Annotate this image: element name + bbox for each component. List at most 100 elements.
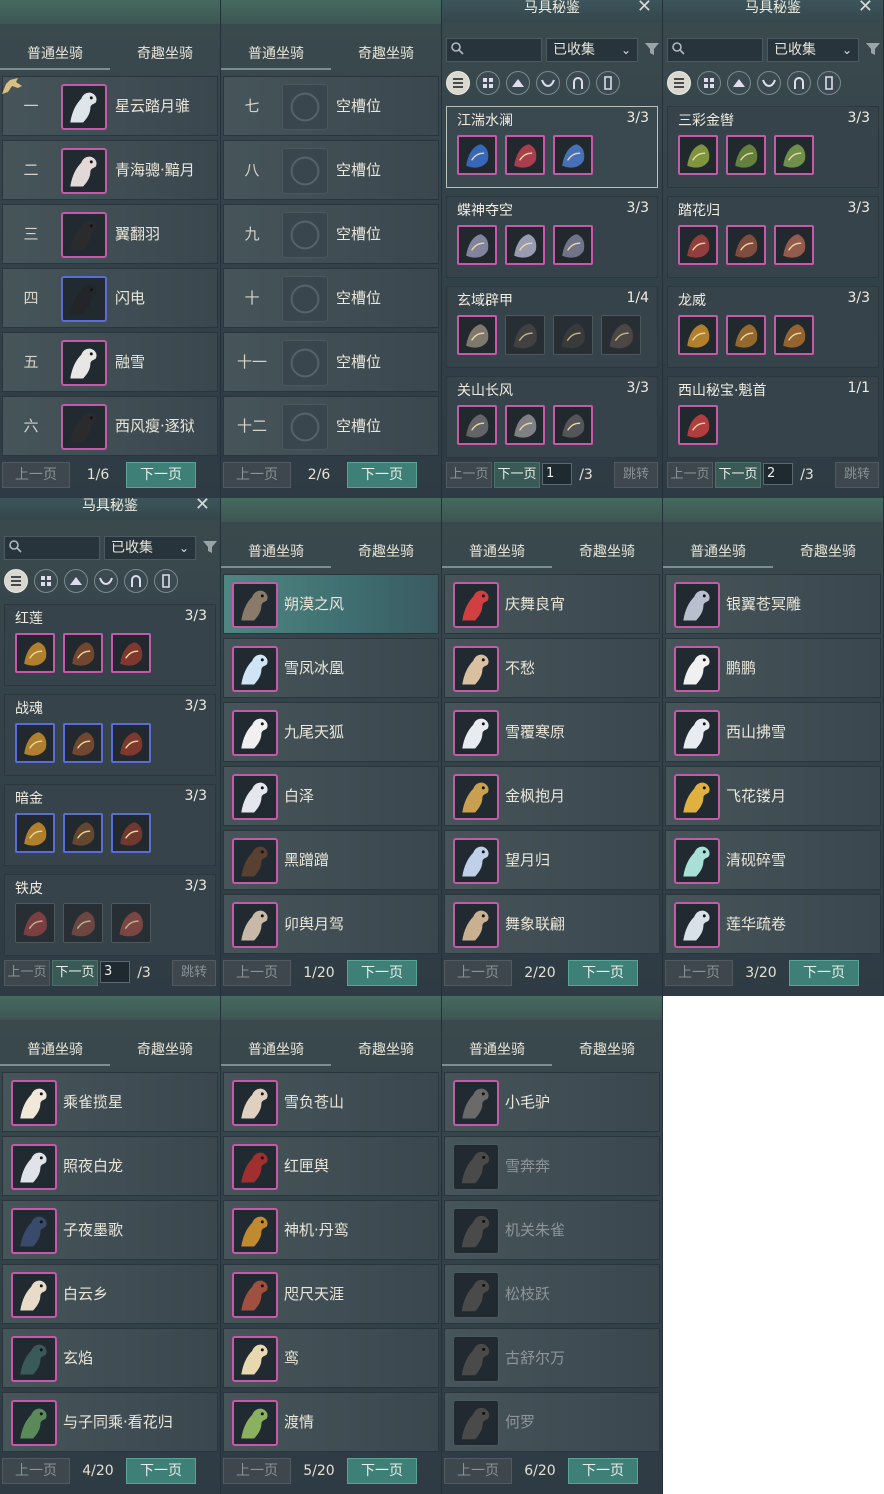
- list-view-icon[interactable]: [4, 569, 28, 593]
- next-page-button[interactable]: 下一页: [494, 462, 540, 488]
- tab-special-mounts[interactable]: 奇趣坐骑: [331, 40, 441, 70]
- jump-button[interactable]: 跳转: [172, 960, 216, 986]
- tack-set-card[interactable]: 战魂 3/3: [4, 694, 216, 776]
- search-input[interactable]: [667, 38, 763, 62]
- collection-filter-select[interactable]: 已收集 ⌄: [767, 38, 859, 62]
- next-page-button[interactable]: 下一页: [347, 1458, 417, 1484]
- special-mount-row[interactable]: 清砚碎雪: [665, 830, 881, 890]
- special-mount-row[interactable]: 飞花镂月: [665, 766, 881, 826]
- tab-special-mounts[interactable]: 奇趣坐骑: [552, 1036, 662, 1066]
- mount-slot-row[interactable]: 二 青海骢·黯月: [2, 140, 218, 200]
- next-page-button[interactable]: 下一页: [126, 462, 196, 488]
- special-mount-row[interactable]: 乘雀揽星: [2, 1072, 218, 1132]
- armor-icon[interactable]: [596, 71, 620, 95]
- special-mount-row[interactable]: 雪凤冰凰: [223, 638, 439, 698]
- grid-view-icon[interactable]: [697, 71, 721, 95]
- filter-funnel-icon[interactable]: [202, 539, 218, 555]
- armor-icon[interactable]: [817, 71, 841, 95]
- tab-special-mounts[interactable]: 奇趣坐骑: [110, 40, 220, 70]
- tack-piece[interactable]: [601, 315, 641, 355]
- tab-special-mounts[interactable]: 奇趣坐骑: [552, 538, 662, 568]
- next-page-button[interactable]: 下一页: [568, 960, 638, 986]
- special-mount-row[interactable]: 古舒尔万: [444, 1328, 660, 1388]
- special-mount-row[interactable]: 咫尺天涯: [223, 1264, 439, 1324]
- prev-page-button[interactable]: 上一页: [223, 1458, 291, 1484]
- jump-button[interactable]: 跳转: [835, 462, 879, 488]
- special-mount-row[interactable]: 雪覆寒原: [444, 702, 660, 762]
- tack-set-card[interactable]: 玄域辟甲 1/4: [446, 286, 658, 368]
- list-view-icon[interactable]: [667, 71, 691, 95]
- prev-page-button[interactable]: 上一页: [444, 1458, 512, 1484]
- special-mount-row[interactable]: 银翼苍冥雕: [665, 574, 881, 634]
- special-mount-row[interactable]: 舞象联翩: [444, 894, 660, 954]
- tab-normal-mounts[interactable]: 普通坐骑: [221, 40, 331, 70]
- saddle-icon[interactable]: [64, 569, 88, 593]
- special-mount-row[interactable]: 朔漠之风: [223, 574, 439, 634]
- special-mount-row[interactable]: 黑蹭蹭: [223, 830, 439, 890]
- tack-piece[interactable]: [63, 813, 103, 853]
- tack-set-card[interactable]: 三彩金辔 3/3: [667, 106, 879, 188]
- tack-piece[interactable]: [63, 903, 103, 943]
- next-page-button[interactable]: 下一页: [715, 462, 761, 488]
- tack-set-card[interactable]: 铁皮 3/3: [4, 874, 216, 956]
- next-page-button[interactable]: 下一页: [347, 960, 417, 986]
- tack-piece[interactable]: [553, 315, 593, 355]
- tack-piece[interactable]: [678, 135, 718, 175]
- tack-piece[interactable]: [505, 135, 545, 175]
- bridle-icon[interactable]: [536, 71, 560, 95]
- special-mount-row[interactable]: 庆舞良宵: [444, 574, 660, 634]
- page-number-input[interactable]: 1: [542, 463, 572, 485]
- prev-page-button[interactable]: 上一页: [444, 960, 512, 986]
- special-mount-row[interactable]: 望月归: [444, 830, 660, 890]
- bridle-icon[interactable]: [94, 569, 118, 593]
- tack-set-card[interactable]: 关山长风 3/3: [446, 376, 658, 458]
- mount-slot-row[interactable]: 八 空槽位: [223, 140, 439, 200]
- horseshoe-icon[interactable]: [124, 569, 148, 593]
- prev-page-button[interactable]: 上一页: [4, 960, 50, 986]
- special-mount-row[interactable]: 不愁: [444, 638, 660, 698]
- saddle-icon[interactable]: [727, 71, 751, 95]
- special-mount-row[interactable]: 红匣舆: [223, 1136, 439, 1196]
- search-input[interactable]: [4, 536, 100, 560]
- special-mount-row[interactable]: 白泽: [223, 766, 439, 826]
- mount-slot-row[interactable]: 十一 空槽位: [223, 332, 439, 392]
- mount-slot-row[interactable]: 一星云踏月骓: [2, 76, 218, 136]
- tack-piece[interactable]: [726, 135, 766, 175]
- tack-piece[interactable]: [553, 225, 593, 265]
- prev-page-button[interactable]: 上一页: [667, 462, 713, 488]
- list-view-icon[interactable]: [446, 71, 470, 95]
- mount-slot-row[interactable]: 六 西风瘦·逐狱: [2, 396, 218, 456]
- prev-page-button[interactable]: 上一页: [223, 462, 291, 488]
- tack-piece[interactable]: [678, 315, 718, 355]
- mount-slot-row[interactable]: 三 翼翻羽: [2, 204, 218, 264]
- prev-page-button[interactable]: 上一页: [2, 1458, 70, 1484]
- tack-piece[interactable]: [553, 405, 593, 445]
- tack-piece[interactable]: [678, 405, 718, 445]
- tack-set-card[interactable]: 西山秘宝·魁首 1/1: [667, 376, 879, 458]
- prev-page-button[interactable]: 上一页: [665, 960, 733, 986]
- tab-normal-mounts[interactable]: 普通坐骑: [221, 538, 331, 568]
- special-mount-row[interactable]: 照夜白龙: [2, 1136, 218, 1196]
- special-mount-row[interactable]: 雪负苍山: [223, 1072, 439, 1132]
- tab-normal-mounts[interactable]: 普通坐骑: [0, 1036, 110, 1066]
- tab-special-mounts[interactable]: 奇趣坐骑: [331, 538, 441, 568]
- tack-set-card[interactable]: 蝶神夺空 3/3: [446, 196, 658, 278]
- prev-page-button[interactable]: 上一页: [223, 960, 291, 986]
- special-mount-row[interactable]: 九尾天狐: [223, 702, 439, 762]
- special-mount-row[interactable]: 西山拂雪: [665, 702, 881, 762]
- mount-slot-row[interactable]: 七 空槽位: [223, 76, 439, 136]
- tack-piece[interactable]: [774, 135, 814, 175]
- tack-piece[interactable]: [726, 225, 766, 265]
- filter-funnel-icon[interactable]: [865, 41, 881, 57]
- tack-piece[interactable]: [457, 225, 497, 265]
- mount-slot-row[interactable]: 四 闪电: [2, 268, 218, 328]
- special-mount-row[interactable]: 松枝跃: [444, 1264, 660, 1324]
- tack-piece[interactable]: [63, 633, 103, 673]
- tab-normal-mounts[interactable]: 普通坐骑: [442, 1036, 552, 1066]
- tab-normal-mounts[interactable]: 普通坐骑: [663, 538, 773, 568]
- special-mount-row[interactable]: 神机·丹鸾: [223, 1200, 439, 1260]
- tack-set-card[interactable]: 红莲 3/3: [4, 604, 216, 686]
- tack-piece[interactable]: [774, 225, 814, 265]
- armor-icon[interactable]: [154, 569, 178, 593]
- tack-piece[interactable]: [111, 633, 151, 673]
